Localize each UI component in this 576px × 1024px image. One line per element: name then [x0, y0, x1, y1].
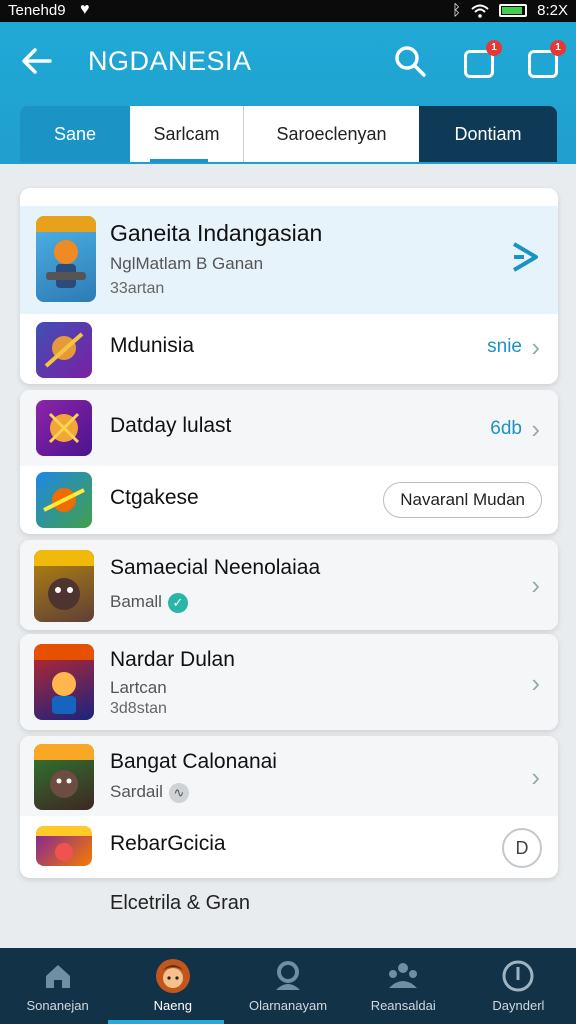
game-thumbnail — [36, 322, 92, 378]
item-title: Ctgakese — [110, 486, 199, 509]
nav-item-home[interactable]: Sonanejan — [0, 948, 115, 1024]
bluetooth-icon: ᛒ — [452, 2, 462, 19]
item-subtitle: NglMatlam B Ganan — [110, 254, 264, 273]
nav-item-naeng[interactable]: Naeng — [115, 948, 230, 1024]
content-list: Ganeita Indangasian NglMatlam B Ganan 33… — [0, 164, 576, 948]
notification-badge: 1 — [486, 40, 502, 56]
item-title: Bangat Calonanai — [110, 750, 277, 773]
item-subtitle: Bamall ✓ — [110, 592, 188, 613]
item-title: Nardar Dulan — [110, 648, 235, 671]
item-meta: 33artan — [110, 280, 165, 297]
search-icon[interactable] — [393, 44, 427, 78]
item-subtitle-text: Bamall — [110, 592, 162, 611]
info-icon — [500, 958, 536, 994]
wifi-icon — [471, 4, 489, 18]
inbox-button[interactable]: 1 — [526, 40, 566, 78]
nav-label: Sonanejan — [26, 998, 89, 1013]
item-value: snie — [487, 336, 522, 357]
nav-label: Daynderl — [492, 998, 545, 1013]
list-item[interactable]: Bangat Calonanai Sardail ∿ › — [20, 736, 558, 816]
active-nav-indicator — [108, 1020, 224, 1024]
tab-sane[interactable]: Sane — [20, 106, 130, 162]
tab-dontiam[interactable]: Dontiam — [419, 106, 557, 162]
edit-button[interactable]: 1 — [462, 40, 502, 78]
list-card: Datday lulast 6db › Ctgakese Navaranl Mu… — [20, 390, 558, 534]
action-button[interactable]: Navaranl Mudan — [383, 482, 542, 518]
list-item[interactable]: RebarGcicia D — [20, 816, 558, 878]
section-footer: Elcetrila & Gran — [110, 892, 251, 914]
list-item[interactable]: Ctgakese Navaranl Mudan — [20, 466, 558, 534]
game-thumbnail — [34, 644, 94, 720]
notification-badge: 1 — [550, 40, 566, 56]
active-tab-indicator — [150, 159, 208, 162]
signal-icon: ∿ — [168, 782, 189, 803]
battery-icon — [499, 4, 528, 17]
item-title: Datday lulast — [110, 414, 232, 437]
nav-item-daynderl[interactable]: Daynderl — [461, 948, 576, 1024]
item-meta: 3d8stan — [110, 700, 167, 717]
verified-icon: ✓ — [167, 592, 188, 613]
clock: 8:2X — [537, 2, 568, 19]
item-title: Mdunisia — [110, 334, 195, 357]
item-title: RebarGcicia — [110, 832, 226, 855]
group-icon — [385, 958, 421, 994]
tab-bar: Sane Sarlcam Saroeclenyan Dontiam — [20, 106, 557, 162]
list-card: Samaecial Neenolaiaa Bamall ✓ › — [20, 540, 558, 630]
heart-icon: ♥ — [80, 1, 90, 18]
status-icons: ᛒ 8:2X — [452, 2, 568, 19]
tab-sarlcam[interactable]: Sarlcam — [130, 106, 244, 162]
chevron-right-icon: › — [531, 414, 540, 444]
status-bar: Tenehd9 ♥ ᛒ 8:2X — [0, 0, 576, 22]
game-thumbnail — [36, 216, 96, 302]
nav-label: Olarnanayam — [248, 998, 328, 1013]
profile-icon — [270, 958, 306, 994]
tab-saroeclenyan[interactable]: Saroeclenyan — [244, 106, 419, 162]
item-title: Ganeita Indangasian — [110, 220, 323, 246]
list-card: Nardar Dulan Lartcan 3d8stan › — [20, 634, 558, 730]
item-subtitle: Sardail ∿ — [110, 782, 189, 803]
list-card: Bangat Calonanai Sardail ∿ › RebarGcicia … — [20, 736, 558, 878]
chevron-right-icon: › — [531, 332, 540, 362]
list-card: Ganeita Indangasian NglMatlam B Ganan 33… — [20, 188, 558, 384]
item-title: Samaecial Neenolaiaa — [110, 556, 321, 579]
app-title: NGDANESIA — [88, 46, 252, 76]
home-icon — [40, 958, 76, 994]
nav-label: Reansaldai — [370, 998, 436, 1013]
item-subtitle-text: Sardail — [110, 782, 163, 801]
back-arrow-icon[interactable] — [20, 46, 56, 78]
chevron-right-icon: › — [531, 762, 540, 792]
game-thumbnail — [36, 826, 92, 866]
chevron-right-icon: › — [531, 668, 540, 698]
download-icon[interactable]: D — [502, 828, 542, 868]
game-thumbnail — [36, 400, 92, 456]
carrier-label: Tenehd9 — [8, 2, 66, 19]
list-item[interactable]: Ganeita Indangasian NglMatlam B Ganan 33… — [20, 206, 558, 314]
game-thumbnail — [34, 550, 94, 622]
list-item[interactable]: Samaecial Neenolaiaa Bamall ✓ › — [20, 540, 558, 630]
nav-item-olarnanayam[interactable]: Olarnanayam — [230, 948, 345, 1024]
list-item[interactable]: Datday lulast 6db › — [20, 390, 558, 466]
game-thumbnail — [36, 472, 92, 528]
game-thumbnail — [34, 744, 94, 810]
chevron-right-icon: › — [531, 570, 540, 600]
bottom-navigation: Sonanejan Naeng Olarnanayam Reansaldai D… — [0, 948, 576, 1024]
nav-item-reansaldai[interactable]: Reansaldai — [346, 948, 461, 1024]
list-item[interactable]: Mdunisia snie › — [20, 314, 558, 384]
list-item[interactable]: Nardar Dulan Lartcan 3d8stan › — [20, 634, 558, 730]
item-subtitle: Lartcan — [110, 678, 167, 697]
avatar-icon — [155, 958, 191, 994]
play-icon[interactable] — [510, 240, 540, 279]
nav-label: Naeng — [153, 998, 192, 1013]
item-value: 6db — [490, 418, 522, 439]
